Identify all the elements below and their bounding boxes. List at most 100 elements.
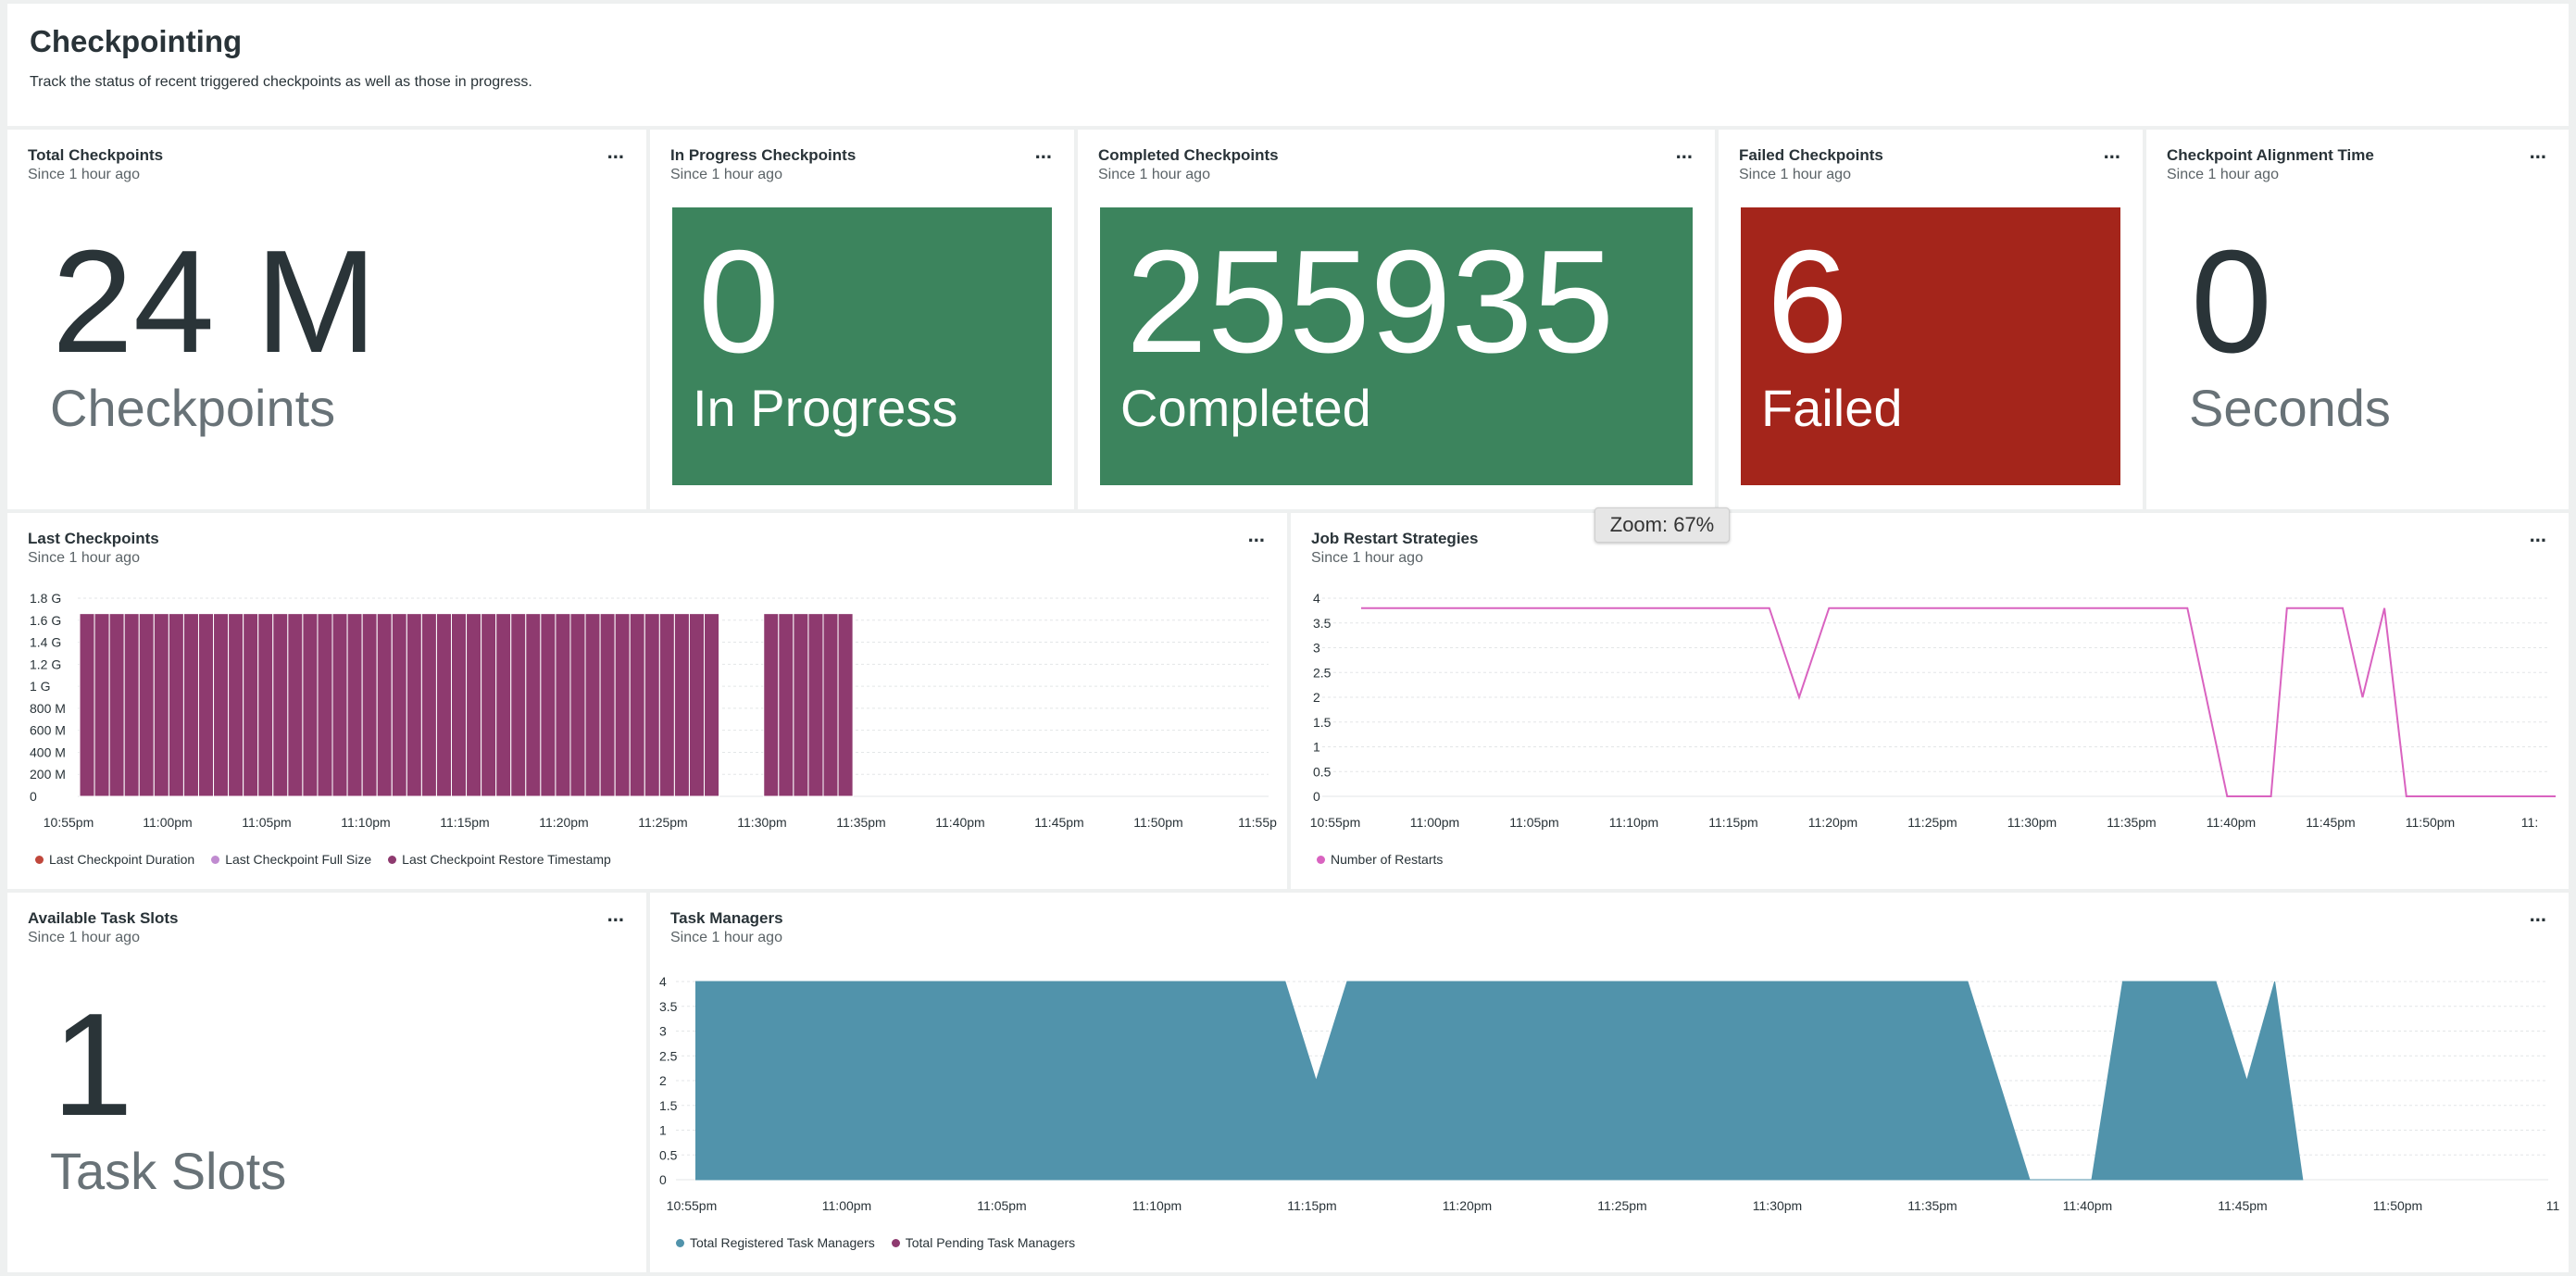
bar <box>79 613 95 797</box>
widget-subtitle: Since 1 hour ago <box>1098 167 1210 182</box>
bar <box>302 613 319 797</box>
billboard: 6 Failed <box>1741 207 2120 485</box>
widget-menu-button[interactable]: ... <box>607 905 624 925</box>
widget-title: Available Task Slots <box>28 909 179 927</box>
bar <box>168 613 184 797</box>
legend-dot-icon <box>676 1238 684 1247</box>
legend-item[interactable]: Last Checkpoint Restore Timestamp <box>388 852 611 867</box>
x-tick-label: 11:15pm <box>440 815 489 830</box>
bar <box>153 613 169 797</box>
x-tick-label: 11:50pm <box>2406 815 2455 830</box>
x-tick-label: 11:05pm <box>977 1198 1026 1213</box>
widget-checkpoint-alignment-time: Checkpoint Alignment Time Since 1 hour a… <box>2146 130 2569 509</box>
bar <box>331 613 348 797</box>
x-tick-label: 11:00pm <box>1410 815 1459 830</box>
zoom-badge: Zoom: 67% <box>1594 507 1730 543</box>
bar <box>569 613 586 797</box>
bar <box>94 613 110 797</box>
bar <box>346 613 363 797</box>
x-tick-label: 11:00pm <box>143 815 192 830</box>
bar <box>837 613 854 797</box>
x-tick-label: 11:30pm <box>737 815 786 830</box>
y-tick-label: 0.5 <box>659 1147 678 1162</box>
legend-dot-icon <box>211 855 220 864</box>
bar <box>361 613 378 797</box>
x-tick-label: 11:10pm <box>1132 1198 1182 1213</box>
legend-item[interactable]: Total Registered Task Managers <box>676 1235 875 1250</box>
legend-dot-icon <box>388 855 397 864</box>
x-tick-label: 10:55pm <box>44 815 94 830</box>
widget-menu-button[interactable]: ... <box>607 142 624 162</box>
widget-title: Total Checkpoints <box>28 146 164 164</box>
widget-subtitle: Since 1 hour ago <box>28 167 140 182</box>
legend-item[interactable]: Number of Restarts <box>1317 852 1443 867</box>
x-tick-label: 11:00pm <box>822 1198 871 1213</box>
widget-menu-button[interactable]: ... <box>1035 142 1052 162</box>
bar <box>807 613 824 797</box>
bar <box>510 613 527 797</box>
bar <box>658 613 675 797</box>
billboard-label: Completed <box>1120 379 1371 437</box>
bar <box>197 613 215 797</box>
last-checkpoints-chart[interactable]: 0 200 M 400 M 600 M 800 M 1 G 1.2 G 1.4 G 1.6 G 1… <box>7 513 1287 889</box>
y-tick-label: 0 <box>659 1172 667 1187</box>
series-line <box>1361 607 2556 797</box>
y-tick-label: 3 <box>659 1024 667 1039</box>
x-tick-label: 11:40pm <box>2207 815 2256 830</box>
bar <box>481 613 497 797</box>
legend-label: Total Registered Task Managers <box>690 1235 875 1250</box>
x-tick-label: 11:10pm <box>1609 815 1658 830</box>
x-tick-label: 11:15pm <box>1287 1198 1336 1213</box>
x-tick-label: 11:15pm <box>1708 815 1757 830</box>
bar <box>391 613 407 797</box>
billboard-value: 6 <box>1767 220 1848 383</box>
job-restart-chart[interactable]: 0 0.5 1 1.5 2 2.5 3 3.5 4 10:55pm 11:00pm 11:05pm 11… <box>1291 513 2569 889</box>
widget-last-checkpoints: Last Checkpoints Since 1 hour ago ... 02… <box>7 513 1287 889</box>
y-tick-label: 1 <box>659 1123 667 1138</box>
x-tick-label: 11:45pm <box>2306 815 2355 830</box>
widget-failed-checkpoints: Failed Checkpoints Since 1 hour ago ... … <box>1719 130 2143 509</box>
widget-subtitle: Since 1 hour ago <box>1739 167 1851 182</box>
legend-item[interactable]: Last Checkpoint Duration <box>35 852 194 867</box>
legend-dot-icon <box>891 1238 900 1247</box>
legend-item[interactable]: Total Pending Task Managers <box>891 1235 1075 1250</box>
x-tick-label: 11:45pm <box>2218 1198 2267 1213</box>
bar <box>673 613 690 797</box>
page-description: Track the status of recent triggered che… <box>30 74 532 90</box>
billboard-value: 255935 <box>1126 220 1615 383</box>
widget-menu-button[interactable]: ... <box>1676 142 1693 162</box>
billboard-label: Checkpoints <box>50 379 336 437</box>
billboard-value: 0 <box>698 220 780 383</box>
bar <box>213 613 230 797</box>
bar <box>466 613 482 797</box>
x-tick-label: 11:05pm <box>1509 815 1558 830</box>
billboard-value: 24 M <box>52 220 378 383</box>
bar <box>629 613 645 797</box>
billboard: 0 In Progress <box>672 207 1052 485</box>
y-tick-label: 4 <box>1313 591 1320 606</box>
bar <box>317 613 333 797</box>
y-tick-label: 2.5 <box>659 1048 678 1063</box>
x-tick-label: 11:30pm <box>2007 815 2057 830</box>
bar <box>644 613 660 797</box>
x-tick-label: 11:40pm <box>935 815 984 830</box>
chart-legend: Number of Restarts <box>1317 852 1443 867</box>
y-tick-label: 600 M <box>30 723 66 738</box>
billboard: 1 Task Slots <box>30 970 624 1248</box>
widget-menu-button[interactable]: ... <box>2530 142 2546 162</box>
legend-item[interactable]: Last Checkpoint Full Size <box>211 852 371 867</box>
x-tick-label: 11:40pm <box>2063 1198 2112 1213</box>
x-tick-label: 11 <box>2546 1198 2560 1213</box>
x-tick-label: 11:25pm <box>1907 815 1957 830</box>
bar <box>243 613 259 797</box>
bar <box>555 613 571 797</box>
y-tick-label: 1 G <box>30 679 51 694</box>
bar <box>435 613 453 797</box>
bar <box>123 613 140 797</box>
bar <box>182 613 199 797</box>
task-managers-chart[interactable]: 0 0.5 1 1.5 2 2.5 3 3.5 4 10:55pm 11:00pm 11:05pm 11… <box>650 893 2569 1272</box>
y-tick-label: 400 M <box>30 744 66 759</box>
widget-menu-button[interactable]: ... <box>2104 142 2120 162</box>
widget-subtitle: Since 1 hour ago <box>28 930 140 945</box>
billboard-label: Failed <box>1761 379 1903 437</box>
